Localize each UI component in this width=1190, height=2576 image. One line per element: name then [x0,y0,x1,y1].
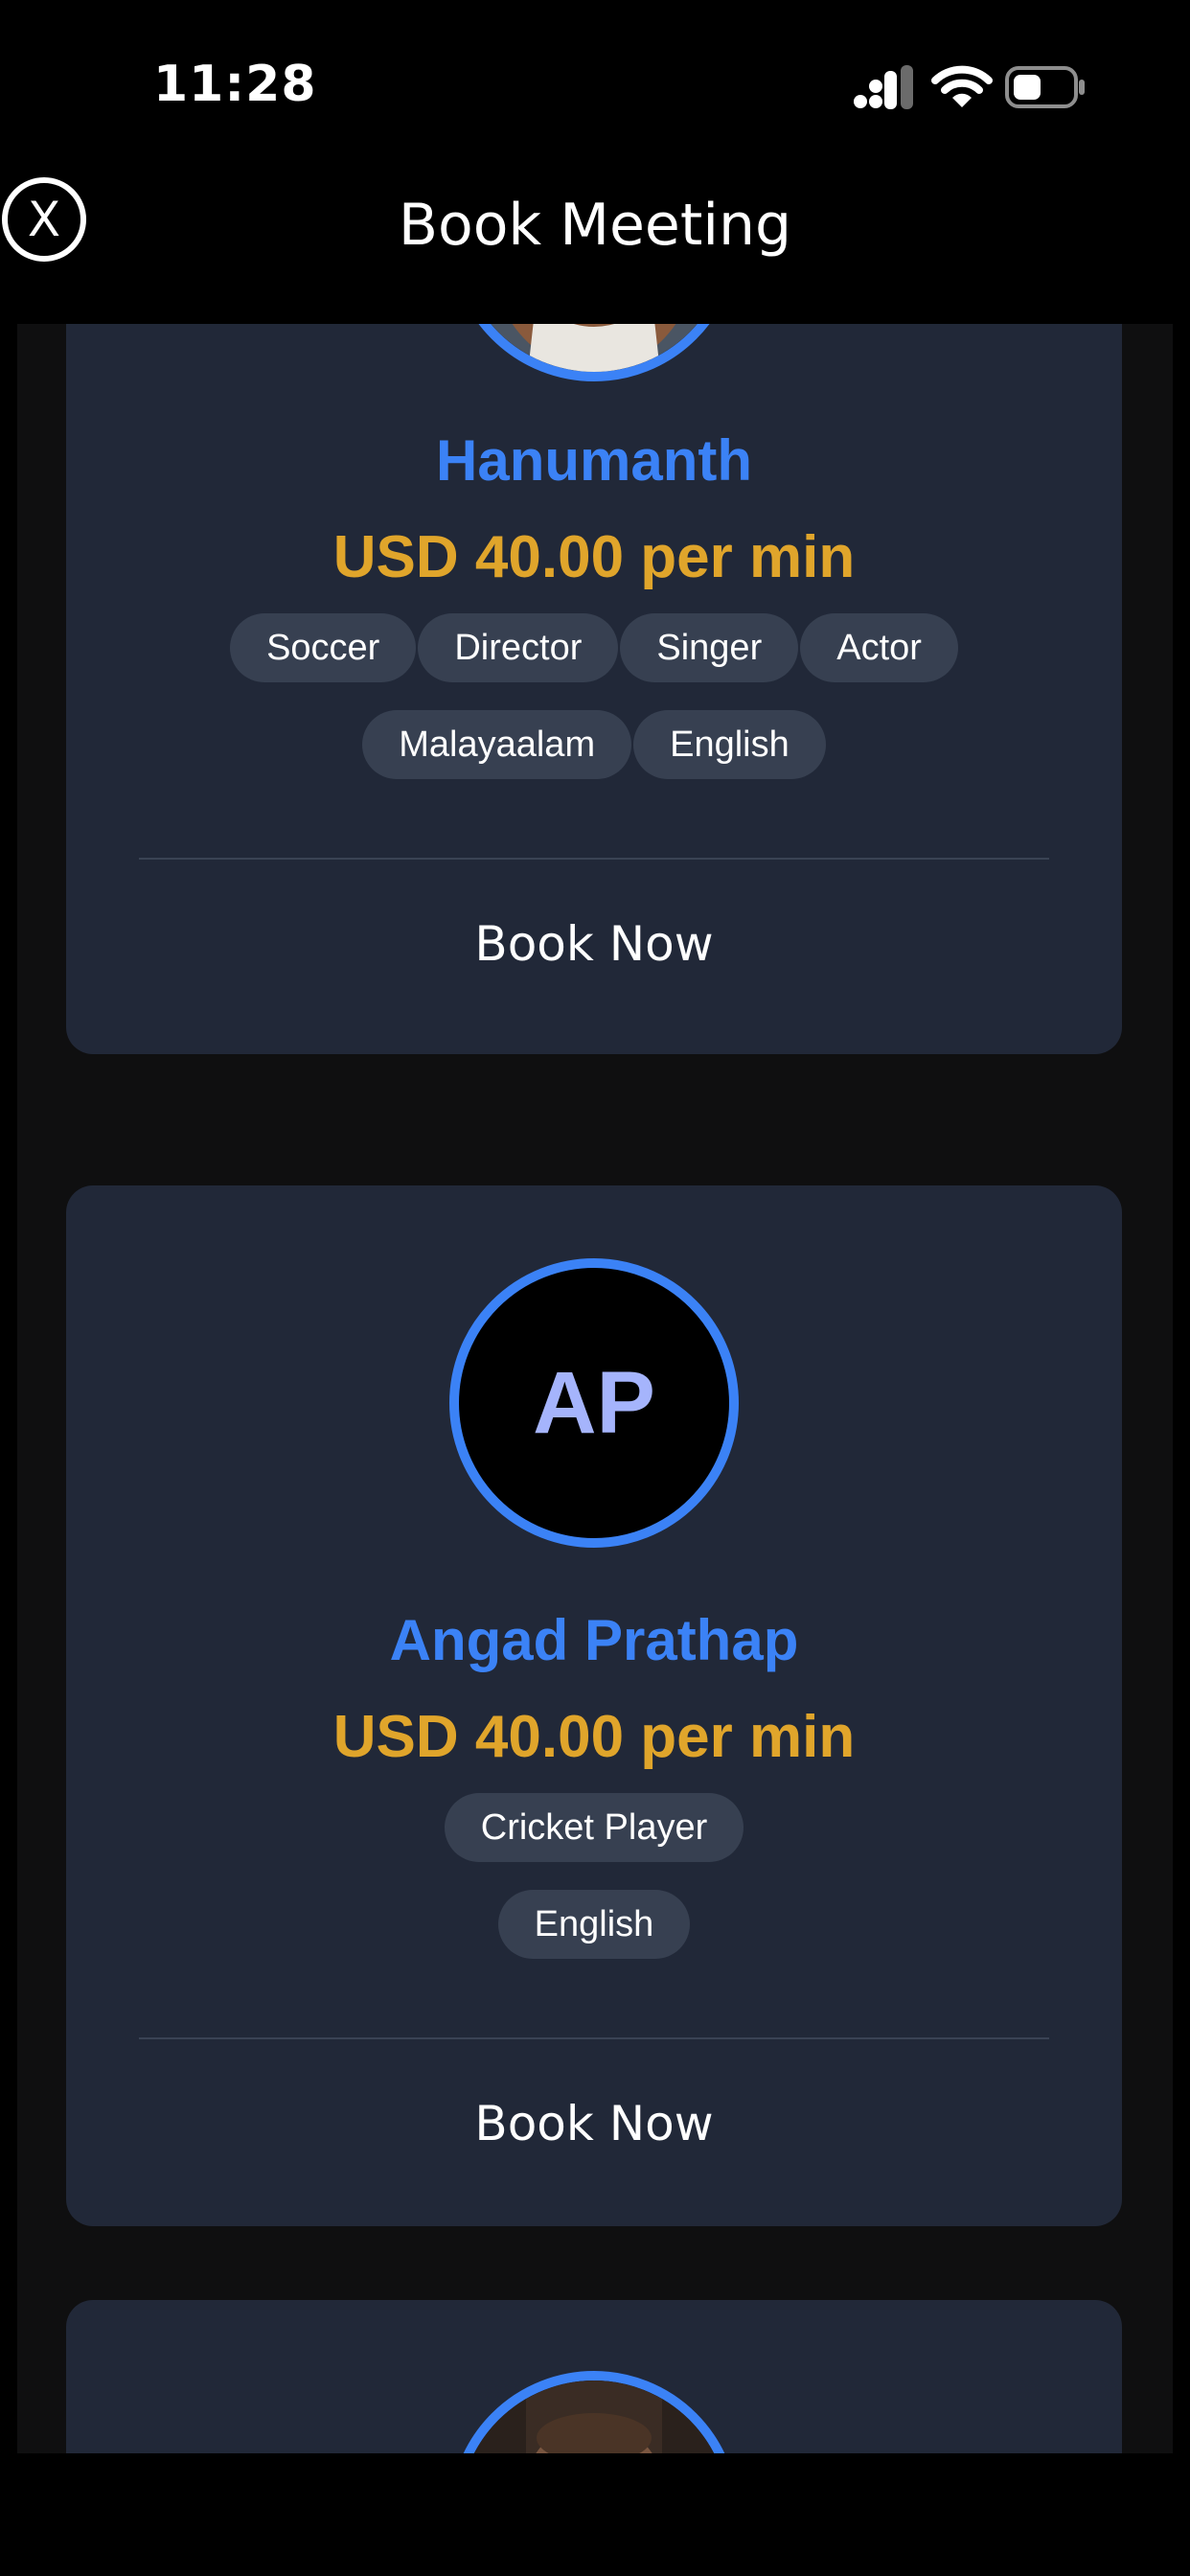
host-name[interactable]: Angad Prathap [66,1607,1122,1673]
host-list[interactable]: Hanumanth USD 40.00 per min Soccer Direc… [17,324,1173,2453]
page-title: Book Meeting [398,192,792,259]
language-list: English [66,1890,1122,1959]
language-chip: English [497,1890,691,1959]
top-header: X Book Meeting [0,172,1190,324]
wifi-icon [931,65,993,107]
book-now-button[interactable]: Book Now [66,891,1122,997]
tag-chip: Singer [620,613,799,682]
tag-list: Cricket Player [66,1793,1122,1862]
app-screen: 11:28 X Book Meeting Hanumanth USD 40.00… [0,0,1190,2576]
avatar[interactable]: AP [449,1258,739,1548]
avatar-photo-icon [459,324,729,372]
avatar[interactable] [449,324,739,381]
host-card: Hanumanth USD 40.00 per min Soccer Direc… [66,324,1122,1054]
bottom-bar [0,2453,1190,2576]
tag-chip: Director [418,613,619,682]
battery-icon [1005,66,1085,108]
host-card [66,2300,1122,2453]
cellular-signal-icon [854,65,913,109]
avatar[interactable] [449,2371,739,2453]
status-time: 11:28 [153,56,317,113]
tag-chip: Actor [800,613,958,682]
book-now-button[interactable]: Book Now [66,2071,1122,2176]
host-price: USD 40.00 per min [332,524,856,590]
host-name[interactable]: Hanumanth [66,427,1122,494]
avatar-initials: AP [533,1353,655,1452]
tag-chip: Soccer [230,613,417,682]
host-card: AP Angad Prathap USD 40.00 per min Crick… [66,1185,1122,2226]
tag-chip: Cricket Player [444,1793,744,1862]
tag-list: Soccer Director Singer Actor [66,613,1122,682]
language-chip: Malayaalam [362,710,632,779]
host-price: USD 40.00 per min [332,1704,856,1770]
status-bar: 11:28 [0,0,1190,172]
card-divider [139,858,1049,860]
avatar-photo-icon [459,2380,729,2453]
language-chip: English [633,710,826,779]
language-list: Malayaalam English [66,710,1122,779]
card-divider [139,2037,1049,2039]
